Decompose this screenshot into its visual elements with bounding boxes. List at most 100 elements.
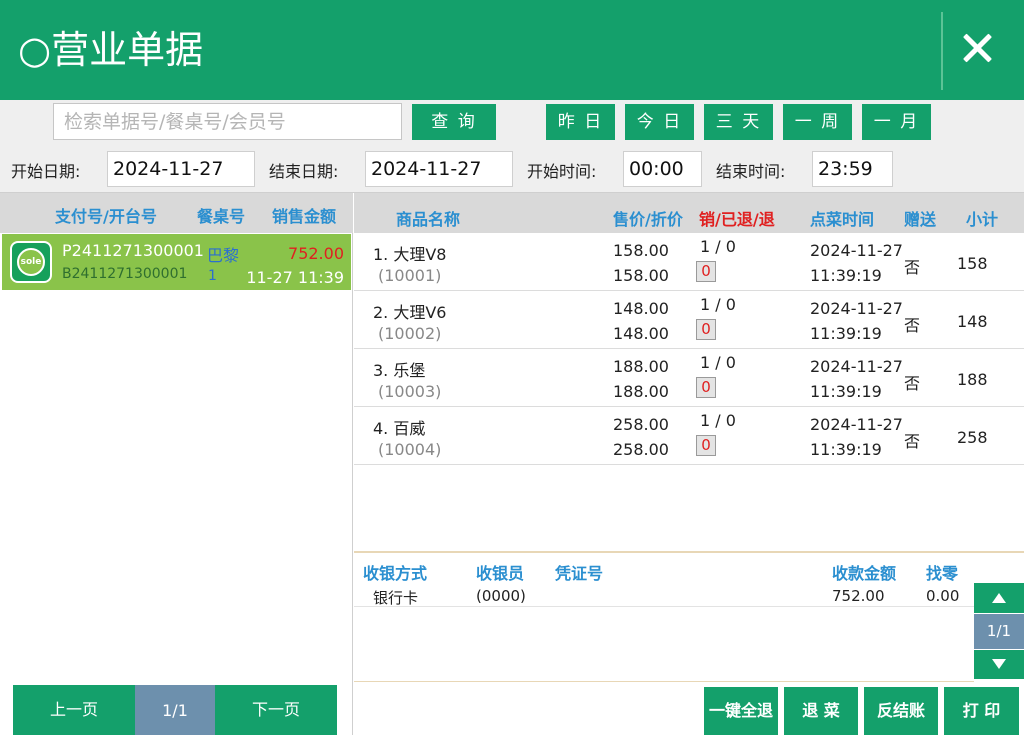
- three-days-button[interactable]: 三 天: [704, 104, 773, 140]
- col-change: 找零: [926, 564, 959, 583]
- print-button[interactable]: 打 印: [944, 687, 1019, 735]
- pay-cashier: (0000): [476, 587, 526, 605]
- item-row[interactable]: 1. 大理V8 (10001) 158.00 158.00 1 / 0 0 20…: [354, 233, 1024, 291]
- item-time: 11:39:19: [810, 266, 882, 285]
- return-qty-field[interactable]: 0: [696, 377, 716, 398]
- query-button[interactable]: 查 询: [412, 104, 496, 140]
- return-qty-field[interactable]: 0: [696, 435, 716, 456]
- col-pay-no: 支付号/开台号: [55, 207, 157, 226]
- item-gift: 否: [904, 432, 921, 451]
- return-qty-field[interactable]: 0: [696, 261, 716, 282]
- search-input[interactable]: [53, 103, 402, 140]
- item-row[interactable]: 4. 百威 (10004) 258.00 258.00 1 / 0 0 2024…: [354, 407, 1024, 465]
- pay-change: 0.00: [926, 587, 960, 605]
- order-pager: 上一页 1/1 下一页: [13, 685, 337, 735]
- payment-header: 收银方式 收银员 凭证号 收款金额 找零: [354, 553, 1024, 583]
- item-qty: 1 / 0: [700, 295, 736, 314]
- start-date-field[interactable]: 2024-11-27: [107, 151, 255, 187]
- item-subtotal: 158: [957, 254, 988, 273]
- item-list-header: 商品名称 售价/折价 销/已退/退 点菜时间 赠送 小计: [354, 193, 1024, 233]
- next-page-button[interactable]: 下一页: [215, 685, 337, 735]
- end-date-label: 结束日期:: [269, 162, 339, 181]
- col-order-time: 点菜时间: [810, 210, 875, 229]
- item-row[interactable]: 3. 乐堡 (10003) 188.00 188.00 1 / 0 0 2024…: [354, 349, 1024, 407]
- end-time-label: 结束时间:: [716, 162, 786, 181]
- item-discount-price: 188.00: [613, 382, 669, 401]
- scroll-up-button[interactable]: [974, 583, 1024, 613]
- end-date-field[interactable]: 2024-11-27: [365, 151, 513, 187]
- sole-logo-icon: sole: [10, 241, 52, 283]
- item-date: 2024-11-27: [810, 299, 903, 318]
- item-code: (10003): [378, 382, 442, 401]
- title-divider: [941, 12, 943, 90]
- item-code: (10002): [378, 324, 442, 343]
- arrow-up-icon: [992, 593, 1006, 603]
- payment-page-indicator: 1/1: [974, 614, 1024, 649]
- item-date: 2024-11-27: [810, 357, 903, 376]
- item-date: 2024-11-27: [810, 415, 903, 434]
- col-voucher: 凭证号: [555, 564, 604, 583]
- col-table: 餐桌号: [197, 207, 246, 226]
- order-row[interactable]: sole P2411271300001 B2411271300001 巴黎 1 …: [2, 234, 351, 290]
- col-subtotal: 小计: [966, 210, 999, 229]
- col-qty: 销/已退/退: [699, 210, 775, 229]
- return-dish-button[interactable]: 退 菜: [784, 687, 858, 735]
- item-price: 188.00: [613, 357, 669, 376]
- filter-panel: 查 询 昨 日 今 日 三 天 一 周 一 月 开始日期: 2024-11-27…: [0, 100, 1024, 193]
- payment-row[interactable]: 银行卡 (0000) 752.00 0.00: [354, 582, 974, 607]
- col-price: 售价/折价: [613, 210, 683, 229]
- item-time: 11:39:19: [810, 324, 882, 343]
- col-item-name: 商品名称: [396, 210, 461, 229]
- one-month-button[interactable]: 一 月: [862, 104, 931, 140]
- close-icon[interactable]: [958, 28, 998, 68]
- item-discount-price: 258.00: [613, 440, 669, 459]
- start-date-label: 开始日期:: [11, 162, 81, 181]
- item-code: (10004): [378, 440, 442, 459]
- page-title: ○营业单据: [18, 28, 204, 72]
- order-time: 11-27 11:39: [246, 268, 344, 287]
- start-time-field[interactable]: 00:00: [623, 151, 702, 187]
- scroll-down-button[interactable]: [974, 650, 1024, 679]
- return-qty-field[interactable]: 0: [696, 319, 716, 340]
- refund-all-button[interactable]: 一键全退: [704, 687, 778, 735]
- item-qty: 1 / 0: [700, 353, 736, 372]
- item-discount-price: 158.00: [613, 266, 669, 285]
- start-time-label: 开始时间:: [527, 162, 597, 181]
- bottom-divider: [354, 681, 974, 682]
- item-code: (10001): [378, 266, 442, 285]
- table-name: 巴黎: [207, 246, 240, 265]
- col-gift: 赠送: [904, 210, 937, 229]
- item-time: 11:39:19: [810, 382, 882, 401]
- item-name: 1. 大理V8: [373, 245, 447, 264]
- item-qty: 1 / 0: [700, 411, 736, 430]
- item-gift: 否: [904, 316, 921, 335]
- page-indicator: 1/1: [135, 685, 215, 735]
- order-amount: 752.00: [288, 244, 344, 263]
- item-row[interactable]: 2. 大理V6 (10002) 148.00 148.00 1 / 0 0 20…: [354, 291, 1024, 349]
- prev-page-button[interactable]: 上一页: [13, 685, 135, 735]
- today-button[interactable]: 今 日: [625, 104, 694, 140]
- item-subtotal: 258: [957, 428, 988, 447]
- item-subtotal: 148: [957, 312, 988, 331]
- order-list-panel: 支付号/开台号 餐桌号 销售金额 sole P2411271300001 B24…: [0, 193, 353, 735]
- item-discount-price: 148.00: [613, 324, 669, 343]
- order-list-header: 支付号/开台号 餐桌号 销售金额: [0, 193, 353, 233]
- end-time-field[interactable]: 23:59: [812, 151, 893, 187]
- col-received: 收款金额: [832, 564, 897, 583]
- item-date: 2024-11-27: [810, 241, 903, 260]
- col-pay-method: 收银方式: [363, 564, 428, 583]
- open-number: B2411271300001: [62, 266, 188, 282]
- item-gift: 否: [904, 374, 921, 393]
- item-time: 11:39:19: [810, 440, 882, 459]
- one-week-button[interactable]: 一 周: [783, 104, 852, 140]
- item-gift: 否: [904, 258, 921, 277]
- pay-method: 银行卡: [373, 589, 419, 607]
- item-name: 2. 大理V6: [373, 303, 447, 322]
- item-price: 148.00: [613, 299, 669, 318]
- item-price: 158.00: [613, 241, 669, 260]
- yesterday-button[interactable]: 昨 日: [546, 104, 615, 140]
- item-name: 3. 乐堡: [373, 361, 426, 380]
- item-subtotal: 188: [957, 370, 988, 389]
- reverse-checkout-button[interactable]: 反结账: [864, 687, 938, 735]
- pay-amount: 752.00: [832, 587, 885, 605]
